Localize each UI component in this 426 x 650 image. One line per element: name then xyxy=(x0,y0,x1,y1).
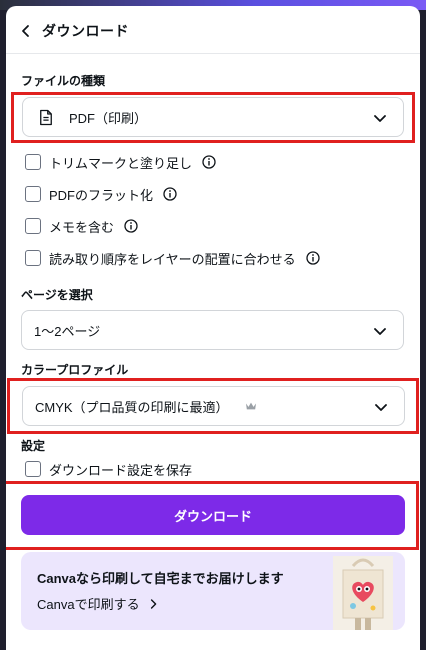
promo-title: Canvaなら印刷して自宅までお届けします xyxy=(37,571,284,586)
chevron-left-icon xyxy=(22,25,29,37)
checkbox[interactable] xyxy=(25,186,41,202)
option-flatten-pdf[interactable]: PDFのフラット化 xyxy=(25,184,177,204)
download-button-highlight xyxy=(6,481,419,550)
checkbox[interactable] xyxy=(25,154,41,170)
option-label: メモを含む xyxy=(49,219,115,235)
option-label: 読み取り順序をレイヤーの配置に合わせる xyxy=(49,251,296,267)
option-save-settings[interactable]: ダウンロード設定を保存 xyxy=(25,459,192,479)
color-profile-highlight xyxy=(7,378,419,434)
chevron-right-icon xyxy=(150,598,156,609)
page-select-value: 1〜2ページ xyxy=(34,323,101,339)
page-select-label: ページを選択 xyxy=(21,288,93,302)
file-type-label: ファイルの種類 xyxy=(21,74,106,88)
settings-label: 設定 xyxy=(21,439,46,453)
print-promo-card[interactable]: Canvaなら印刷して自宅までお届けします Canvaで印刷する xyxy=(21,552,405,630)
chevron-down-icon xyxy=(374,328,386,335)
option-label: トリムマークと塗り足し xyxy=(49,155,193,171)
option-include-notes[interactable]: メモを含む xyxy=(25,216,138,236)
download-panel: ダウンロード ファイルの種類 PDF（印刷） トリムマークと塗り足し PDFのフ… xyxy=(6,6,420,650)
promo-link-label: Canvaで印刷する xyxy=(37,597,140,612)
info-icon[interactable] xyxy=(124,219,138,233)
option-trim-marks[interactable]: トリムマークと塗り足し xyxy=(25,152,216,172)
file-type-highlight xyxy=(11,92,415,143)
back-button[interactable]: ダウンロード xyxy=(20,20,129,42)
checkbox[interactable] xyxy=(25,218,41,234)
checkbox[interactable] xyxy=(25,250,41,266)
info-icon[interactable] xyxy=(202,155,216,169)
save-settings-label: ダウンロード設定を保存 xyxy=(49,462,193,478)
color-profile-label: カラープロファイル xyxy=(21,363,129,377)
option-label: PDFのフラット化 xyxy=(49,187,154,203)
info-icon[interactable] xyxy=(305,251,320,265)
option-reading-order[interactable]: 読み取り順序をレイヤーの配置に合わせる xyxy=(25,248,320,268)
page-select[interactable]: 1〜2ページ xyxy=(21,310,404,350)
panel-header: ダウンロード xyxy=(6,6,420,54)
tote-bag-image xyxy=(333,556,393,630)
checkbox[interactable] xyxy=(25,461,41,477)
info-icon[interactable] xyxy=(163,187,177,201)
panel-title: ダウンロード xyxy=(42,23,129,39)
print-with-canva-link[interactable]: Canvaで印刷する xyxy=(37,594,158,613)
